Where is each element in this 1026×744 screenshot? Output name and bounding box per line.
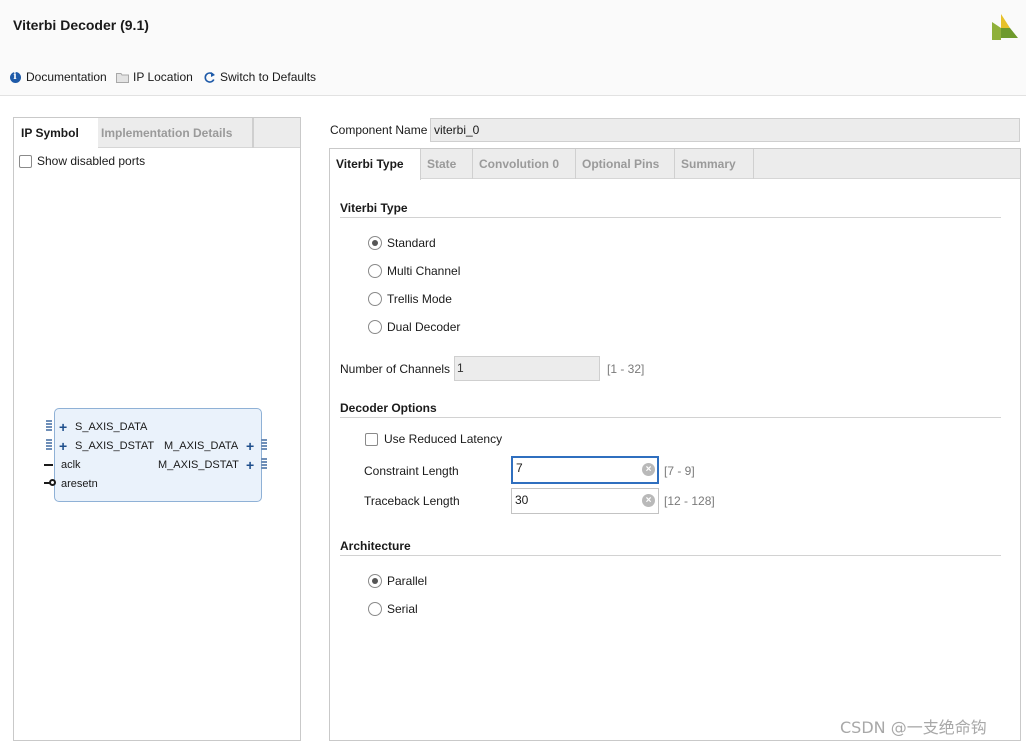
refresh-icon: [202, 70, 216, 84]
component-name-input[interactable]: viterbi_0: [430, 118, 1020, 142]
component-name-label: Component Name: [330, 123, 428, 137]
expand-plus-icon[interactable]: +: [59, 439, 67, 453]
reduced-latency-row[interactable]: Use Reduced Latency: [365, 432, 502, 446]
radio-label-serial: Serial: [387, 602, 418, 616]
clear-icon[interactable]: ×: [642, 494, 655, 507]
radio-button[interactable]: [368, 574, 382, 588]
documentation-button[interactable]: i Documentation: [8, 69, 107, 85]
constraint-length-range: [7 - 9]: [664, 464, 695, 478]
number-of-channels-label: Number of Channels: [340, 362, 451, 376]
info-icon: i: [8, 70, 22, 84]
radio-label-trellis-mode: Trellis Mode: [387, 292, 452, 306]
port-aclk: aclk: [61, 459, 81, 471]
expand-plus-icon[interactable]: +: [246, 458, 254, 472]
radio-button[interactable]: [368, 320, 382, 334]
section-divider: [340, 217, 1001, 218]
radio-button[interactable]: [368, 236, 382, 250]
radio-label-standard: Standard: [387, 236, 436, 250]
radio-dual-decoder[interactable]: Dual Decoder: [368, 319, 460, 335]
decoder-options-heading: Decoder Options: [340, 401, 437, 415]
section-divider: [340, 555, 1001, 556]
radio-button[interactable]: [368, 292, 382, 306]
channels-range: [1 - 32]: [607, 362, 645, 376]
bus-connector-icon: [46, 420, 52, 434]
section-divider: [340, 417, 1001, 418]
radio-label-dual-decoder: Dual Decoder: [387, 320, 461, 334]
architecture-heading: Architecture: [340, 539, 411, 553]
radio-multi-channel[interactable]: Multi Channel: [368, 263, 460, 279]
xilinx-logo-icon: [988, 10, 1022, 44]
tab-ip-symbol[interactable]: IP Symbol: [14, 118, 98, 149]
right-tab-bar: Viterbi Type State Convolution 0 Optiona…: [330, 149, 1020, 180]
number-of-channels-input: 1: [454, 356, 600, 381]
watermark-text: CSDN @一支绝命钩: [840, 718, 987, 737]
reduced-latency-checkbox[interactable]: [365, 432, 378, 446]
traceback-length-label: Traceback Length: [364, 494, 460, 508]
switch-defaults-button[interactable]: Switch to Defaults: [202, 69, 316, 85]
port-m-axis-dstat: M_AXIS_DSTAT: [158, 459, 239, 471]
tab-summary[interactable]: Summary: [675, 149, 754, 179]
port-aresetn: aresetn: [61, 478, 98, 490]
folder-icon: [115, 70, 129, 84]
constraint-length-label: Constraint Length: [364, 464, 459, 478]
tab-optional-pins[interactable]: Optional Pins: [576, 149, 675, 179]
clear-icon[interactable]: ×: [642, 463, 655, 476]
ip-location-button[interactable]: IP Location: [115, 69, 193, 85]
tab-viterbi-type[interactable]: Viterbi Type: [330, 149, 421, 180]
show-disabled-ports-label: Show disabled ports: [37, 154, 146, 168]
traceback-length-input[interactable]: 30: [511, 488, 659, 514]
radio-parallel[interactable]: Parallel: [368, 573, 427, 589]
viterbi-type-heading: Viterbi Type: [340, 201, 408, 215]
tab-implementation-details[interactable]: Implementation Details: [98, 118, 254, 148]
switch-defaults-label: Switch to Defaults: [220, 70, 317, 84]
constraint-length-input[interactable]: 7: [511, 456, 659, 484]
configuration-panel: Viterbi Type State Convolution 0 Optiona…: [329, 148, 1021, 741]
active-low-bubble-icon: [49, 479, 56, 486]
bus-connector-icon: [46, 439, 52, 453]
port-s-axis-data: S_AXIS_DATA: [75, 421, 148, 433]
reduced-latency-label: Use Reduced Latency: [384, 432, 503, 446]
tab-convolution-0[interactable]: Convolution 0: [473, 149, 576, 179]
ip-symbol-panel: IP Symbol Implementation Details Show di…: [13, 117, 301, 741]
port-s-axis-dstat: S_AXIS_DSTAT: [75, 440, 155, 452]
show-disabled-ports-checkbox[interactable]: [19, 154, 32, 168]
left-tab-bar: IP Symbol Implementation Details: [14, 118, 300, 149]
tab-state[interactable]: State: [421, 149, 473, 179]
bus-connector-icon: [261, 439, 267, 453]
expand-plus-icon[interactable]: +: [246, 439, 254, 453]
traceback-length-range: [12 - 128]: [664, 494, 715, 508]
ip-location-label: IP Location: [133, 70, 193, 84]
radio-label-parallel: Parallel: [387, 574, 428, 588]
bus-connector-icon: [261, 458, 267, 472]
radio-button[interactable]: [368, 602, 382, 616]
radio-label-multi-channel: Multi Channel: [387, 264, 461, 278]
radio-trellis-mode[interactable]: Trellis Mode: [368, 291, 452, 307]
documentation-label: Documentation: [26, 70, 107, 84]
radio-button[interactable]: [368, 264, 382, 278]
clock-pin-icon: [44, 464, 53, 466]
expand-plus-icon[interactable]: +: [59, 420, 67, 434]
port-m-axis-data: M_AXIS_DATA: [164, 440, 239, 452]
radio-standard[interactable]: Standard: [368, 235, 436, 251]
radio-serial[interactable]: Serial: [368, 601, 418, 617]
show-disabled-ports-row[interactable]: Show disabled ports: [19, 154, 145, 168]
window-title: Viterbi Decoder (9.1): [13, 17, 149, 33]
